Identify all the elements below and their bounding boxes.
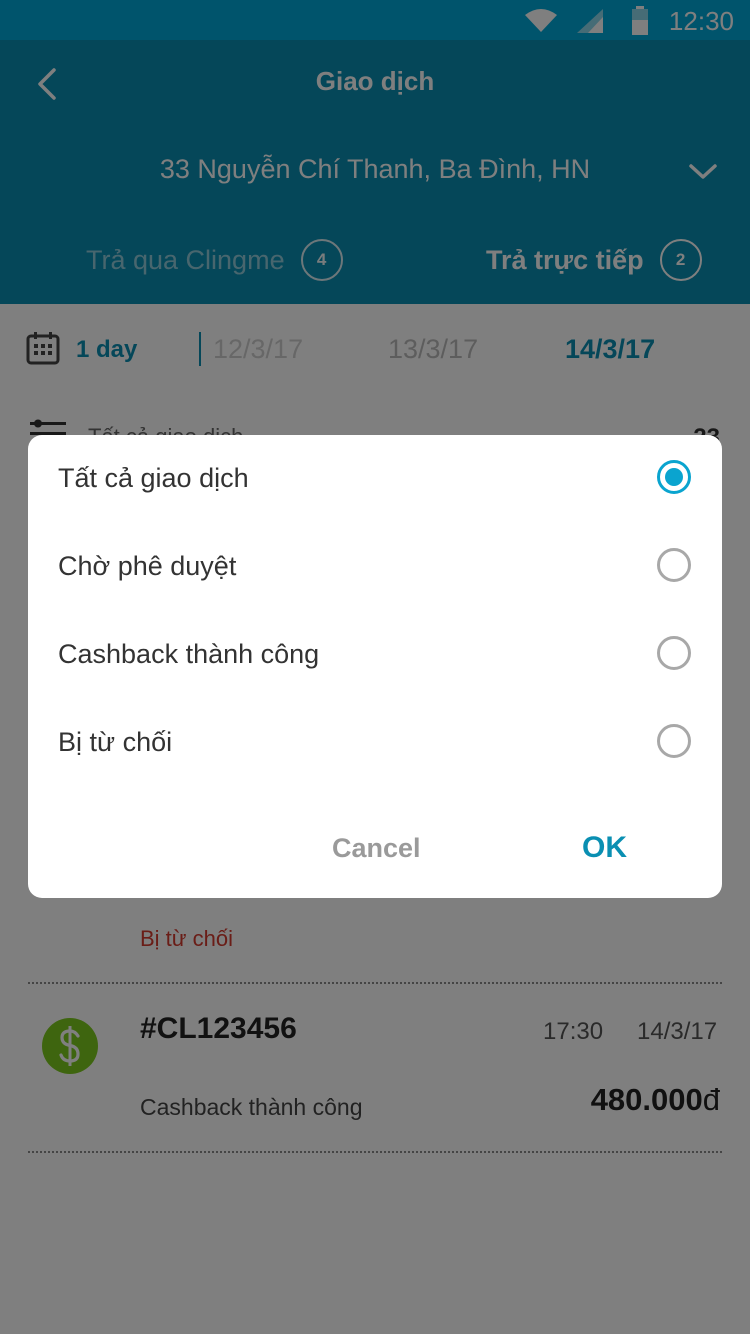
option-rejected[interactable]: Bị từ chối (28, 699, 722, 787)
option-label: Tất cả giao dịch (58, 463, 249, 493)
radio-button[interactable] (657, 724, 691, 758)
radio-button[interactable] (657, 636, 691, 670)
radio-button[interactable] (657, 548, 691, 582)
option-label: Cashback thành công (58, 639, 320, 669)
option-cashback-success[interactable]: Cashback thành công (28, 611, 722, 699)
option-label: Chờ phê duyệt (58, 551, 237, 581)
radio-button-checked[interactable] (657, 460, 691, 494)
option-label: Bị từ chối (58, 727, 173, 757)
option-all-transactions[interactable]: Tất cả giao dịch (28, 435, 722, 523)
cancel-button[interactable]: Cancel (332, 833, 421, 864)
ok-button[interactable]: OK (582, 831, 627, 865)
filter-dialog: Tất cả giao dịch Chờ phê duyệt Cashback … (28, 435, 722, 898)
option-pending[interactable]: Chờ phê duyệt (28, 523, 722, 611)
